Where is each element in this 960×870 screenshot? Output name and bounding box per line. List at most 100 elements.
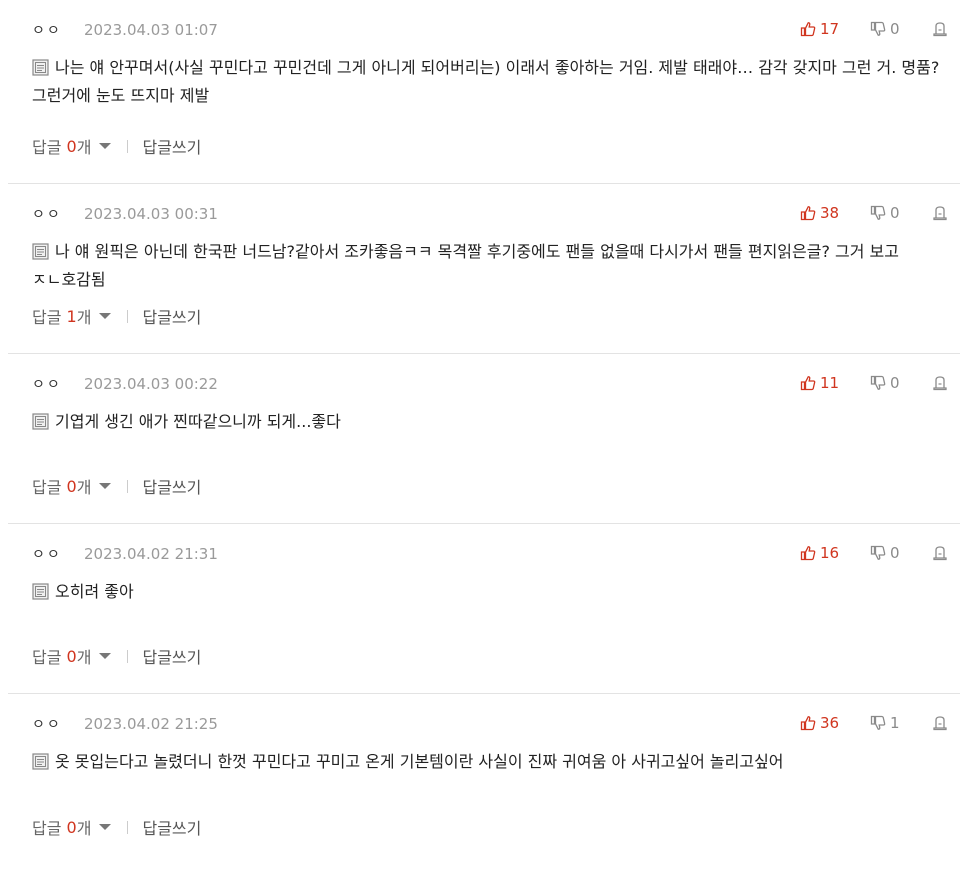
upvote-button[interactable]: 36 xyxy=(800,714,870,732)
reply-bar: 답글 0개 답글쓰기 xyxy=(32,815,201,839)
divider xyxy=(127,139,129,153)
author-nickname[interactable]: ㅇㅇ xyxy=(32,374,84,394)
downvote-count: 1 xyxy=(890,714,900,732)
write-reply-link[interactable]: 답글쓰기 xyxy=(142,304,201,328)
report-icon xyxy=(933,376,947,391)
comment-item: ㅇㅇ 2023.04.02 21:25 36 1 옷 못입는다고 놀렸더니 한껏… xyxy=(8,694,960,864)
reply-bar: 답글 0개 답글쓰기 xyxy=(32,474,201,498)
reply-count: 0 xyxy=(66,817,77,837)
upvote-count: 36 xyxy=(820,714,840,732)
comment-date: 2023.04.03 01:07 xyxy=(84,21,218,39)
divider xyxy=(127,649,129,663)
downvote-button[interactable]: 0 xyxy=(870,204,932,222)
downvote-count: 0 xyxy=(890,374,900,392)
reply-count-suffix: 개 xyxy=(76,819,92,838)
memo-icon xyxy=(32,753,49,770)
downvote-button[interactable]: 0 xyxy=(870,20,932,38)
comment-date: 2023.04.03 00:22 xyxy=(84,375,218,393)
upvote-button[interactable]: 11 xyxy=(800,374,870,392)
reply-count: 0 xyxy=(66,136,77,156)
reply-count-suffix: 개 xyxy=(76,308,92,327)
thumbs-up-icon xyxy=(800,206,816,221)
report-icon xyxy=(933,546,947,561)
write-reply-link[interactable]: 답글쓰기 xyxy=(142,644,201,668)
comment-date: 2023.04.03 00:31 xyxy=(84,205,218,223)
thumbs-up-icon xyxy=(800,376,816,391)
downvote-count: 0 xyxy=(890,204,900,222)
report-button[interactable] xyxy=(932,545,950,561)
report-button[interactable] xyxy=(932,205,950,221)
reply-toggle[interactable]: 답글 0개 xyxy=(32,815,112,839)
reply-count-suffix: 개 xyxy=(76,648,92,667)
comment-item: ㅇㅇ 2023.04.03 00:22 11 0 기엽게 생긴 애가 찐따같으니… xyxy=(8,354,960,524)
comment-item: ㅇㅇ 2023.04.03 01:07 17 0 나는 얘 안꾸며서(사실 꾸민… xyxy=(8,0,960,184)
thumbs-up-icon xyxy=(800,546,816,561)
comment-text: 옷 못입는다고 놀렸더니 한껏 꾸민다고 꾸미고 온게 기본템이란 사실이 진짜… xyxy=(32,748,940,776)
upvote-count: 11 xyxy=(820,374,840,392)
caret-down-icon xyxy=(99,483,112,489)
comment-body: 옷 못입는다고 놀렸더니 한껏 꾸민다고 꾸미고 온게 기본템이란 사실이 진짜… xyxy=(55,752,784,771)
upvote-button[interactable]: 16 xyxy=(800,544,870,562)
report-button[interactable] xyxy=(932,21,950,37)
comment-meta: ㅇㅇ 2023.04.03 00:22 xyxy=(32,374,218,394)
comment-text: 나 얘 원픽은 아닌데 한국판 너드남?같아서 조카좋음ㅋㅋ 목격짤 후기중에도… xyxy=(32,238,940,294)
vote-actions: 16 0 xyxy=(800,542,950,564)
report-icon xyxy=(933,22,947,37)
comment-date: 2023.04.02 21:25 xyxy=(84,715,218,733)
author-nickname[interactable]: ㅇㅇ xyxy=(32,544,84,564)
upvote-count: 38 xyxy=(820,204,840,222)
write-reply-link[interactable]: 답글쓰기 xyxy=(142,815,201,839)
author-nickname[interactable]: ㅇㅇ xyxy=(32,20,84,40)
report-button[interactable] xyxy=(932,715,950,731)
upvote-count: 16 xyxy=(820,544,840,562)
vote-actions: 17 0 xyxy=(800,18,950,40)
comment-text: 오히려 좋아 xyxy=(32,578,940,606)
reply-bar: 답글 1개 답글쓰기 xyxy=(32,304,201,328)
thumbs-down-icon xyxy=(870,715,886,730)
upvote-button[interactable]: 38 xyxy=(800,204,870,222)
write-reply-link[interactable]: 답글쓰기 xyxy=(142,474,201,498)
reply-count: 0 xyxy=(66,476,77,496)
reply-label: 답글 xyxy=(32,648,62,667)
upvote-button[interactable]: 17 xyxy=(800,20,870,38)
thumbs-up-icon xyxy=(800,716,816,731)
comment-body: 나 얘 원픽은 아닌데 한국판 너드남?같아서 조카좋음ㅋㅋ 목격짤 후기중에도… xyxy=(32,242,899,289)
report-button[interactable] xyxy=(932,375,950,391)
downvote-count: 0 xyxy=(890,544,900,562)
downvote-button[interactable]: 0 xyxy=(870,544,932,562)
comment-body: 기엽게 생긴 애가 찐따같으니까 되게...좋다 xyxy=(55,412,341,431)
downvote-button[interactable]: 1 xyxy=(870,714,932,732)
author-nickname[interactable]: ㅇㅇ xyxy=(32,204,84,224)
thumbs-down-icon xyxy=(870,21,886,36)
vote-actions: 36 1 xyxy=(800,712,950,734)
comment-text: 기엽게 생긴 애가 찐따같으니까 되게...좋다 xyxy=(32,408,940,436)
author-nickname[interactable]: ㅇㅇ xyxy=(32,714,84,734)
write-reply-link[interactable]: 답글쓰기 xyxy=(142,134,201,158)
reply-count: 0 xyxy=(66,646,77,666)
reply-bar: 답글 0개 답글쓰기 xyxy=(32,644,201,668)
reply-toggle[interactable]: 답글 0개 xyxy=(32,644,112,668)
memo-icon xyxy=(32,413,49,430)
downvote-button[interactable]: 0 xyxy=(870,374,932,392)
comment-item: ㅇㅇ 2023.04.02 21:31 16 0 오히려 좋아 답글 0 개 답… xyxy=(8,524,960,694)
divider xyxy=(127,309,129,323)
comment-meta: ㅇㅇ 2023.04.03 01:07 xyxy=(32,20,218,40)
upvote-count: 17 xyxy=(820,20,840,38)
report-icon xyxy=(933,716,947,731)
comment-meta: ㅇㅇ 2023.04.02 21:31 xyxy=(32,544,218,564)
thumbs-down-icon xyxy=(870,375,886,390)
reply-label: 답글 xyxy=(32,819,62,838)
comment-item: ㅇㅇ 2023.04.03 00:31 38 0 나 얘 원픽은 아닌데 한국판… xyxy=(8,184,960,354)
reply-toggle[interactable]: 답글 1개 xyxy=(32,304,112,328)
memo-icon xyxy=(32,583,49,600)
reply-count: 1 xyxy=(66,306,77,326)
comment-date: 2023.04.02 21:31 xyxy=(84,545,218,563)
caret-down-icon xyxy=(99,824,112,830)
caret-down-icon xyxy=(99,143,112,149)
caret-down-icon xyxy=(99,653,112,659)
reply-toggle[interactable]: 답글 0개 xyxy=(32,474,112,498)
vote-actions: 11 0 xyxy=(800,372,950,394)
reply-toggle[interactable]: 답글 0개 xyxy=(32,134,112,158)
memo-icon xyxy=(32,59,49,76)
comment-body: 나는 얘 안꾸며서(사실 꾸민다고 꾸민건데 그게 아니게 되어버리는) 이래서… xyxy=(32,58,940,105)
